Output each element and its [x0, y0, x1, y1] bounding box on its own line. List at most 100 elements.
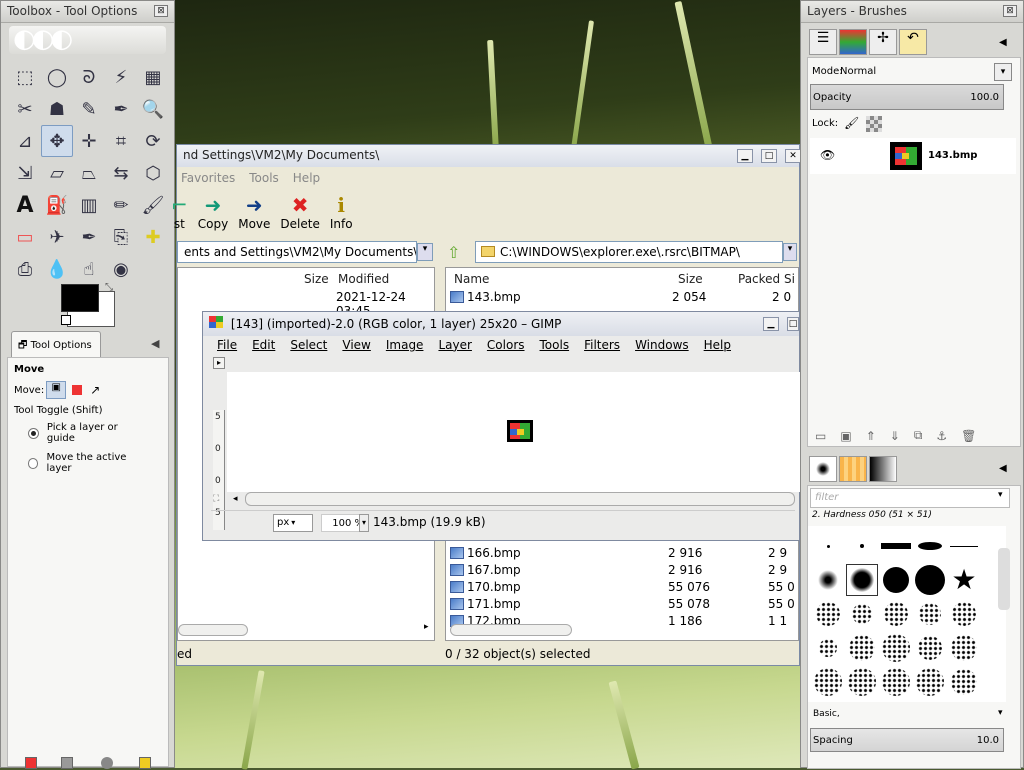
brush-item[interactable]	[846, 530, 878, 562]
duplicate-layer-icon[interactable]: ⧉	[914, 428, 923, 443]
radio-selected-icon[interactable]	[28, 427, 39, 439]
gimp-menu-image[interactable]: Image	[386, 338, 424, 352]
wilber-drop-area[interactable]: ◐◐◐	[9, 26, 166, 54]
cage-tool[interactable]: ⬡	[137, 157, 169, 189]
color-picker-tool[interactable]: ✒	[105, 93, 137, 125]
perspective-clone-tool[interactable]: ⎙	[9, 253, 41, 285]
eraser-tool[interactable]: ▭	[9, 221, 41, 253]
gimp-menu-colors[interactable]: Colors	[487, 338, 525, 352]
move-path-icon[interactable]: ↗	[90, 383, 100, 397]
close-button[interactable]: ✕	[785, 149, 801, 163]
save-options-icon[interactable]	[25, 757, 37, 769]
scissors-tool[interactable]: ✂	[9, 93, 41, 125]
raise-layer-icon[interactable]: ⇑	[866, 429, 876, 443]
delete-layer-icon[interactable]: 🗑	[961, 429, 976, 443]
flip-tool[interactable]: ⇆	[105, 157, 137, 189]
delete-button[interactable]: ✖ Delete	[280, 193, 319, 231]
undo-history-tab-icon[interactable]: ↶	[899, 29, 927, 55]
option-move-active[interactable]: Move the active layer	[28, 452, 148, 474]
right-path-field[interactable]: C:\WINDOWS\explorer.exe\.rsrc\BITMAP\	[475, 241, 783, 263]
patterns-tab-icon[interactable]	[839, 456, 867, 482]
unit-select[interactable]: px ▾	[273, 514, 313, 532]
move-tool[interactable]: ✥	[41, 125, 73, 157]
brush-item[interactable]: ★	[948, 564, 980, 596]
default-colors-icon[interactable]	[61, 315, 71, 325]
gimp-menu-file[interactable]: File	[217, 338, 237, 352]
fuzzy-select-tool[interactable]: ⚡	[105, 61, 137, 93]
layer-row[interactable]: 👁 143.bmp	[810, 138, 1016, 174]
ink-tool[interactable]: ✒	[73, 221, 105, 253]
minimize-button[interactable]: ▁	[737, 149, 753, 163]
brush-item[interactable]	[914, 632, 946, 664]
brush-item[interactable]	[880, 530, 912, 562]
brush-item[interactable]	[846, 564, 878, 596]
airbrush-tool[interactable]: ✈	[41, 221, 73, 253]
shear-tool[interactable]: ▱	[41, 157, 73, 189]
blend-tool[interactable]: ▥	[73, 189, 105, 221]
option-pick-layer[interactable]: Pick a layer or guide	[28, 422, 148, 444]
rotate-tool[interactable]: ⟳	[137, 125, 169, 157]
clone-tool[interactable]: ⎘	[105, 221, 137, 253]
brush-item[interactable]	[982, 632, 1006, 664]
preset-dropdown-icon[interactable]: ▾	[998, 708, 1003, 718]
foreground-color-swatch[interactable]	[61, 284, 99, 312]
bucket-fill-tool[interactable]: ⛽	[41, 189, 73, 221]
move-selection-icon[interactable]	[72, 385, 83, 395]
blur-tool[interactable]: 💧	[41, 253, 73, 285]
brush-item[interactable]	[880, 598, 912, 630]
brush-item[interactable]	[948, 598, 980, 630]
swap-colors-icon[interactable]: ⤡	[105, 282, 113, 293]
move-button[interactable]: ➜ Move	[238, 193, 270, 231]
up-folder-icon[interactable]: ⇧	[447, 243, 460, 262]
left-col-modified[interactable]: Modified	[338, 272, 389, 286]
opacity-slider[interactable]: Opacity 100.0	[810, 84, 1004, 110]
paths-tool[interactable]: ✎	[73, 93, 105, 125]
scale-tool[interactable]: ⇲	[9, 157, 41, 189]
gimp-menu-help[interactable]: Help	[704, 338, 731, 352]
crop-tool[interactable]: ⌗	[105, 125, 137, 157]
menu-favorites[interactable]: Favorites	[181, 171, 235, 185]
text-tool[interactable]: A	[9, 189, 41, 221]
visibility-eye-icon[interactable]: 👁	[820, 148, 835, 162]
layers-close-button[interactable]: ⊠	[1003, 5, 1017, 17]
menu-help[interactable]: Help	[293, 171, 320, 185]
copy-button[interactable]: ➜ Copy	[198, 193, 228, 231]
brush-item[interactable]	[948, 530, 980, 562]
brush-item[interactable]	[880, 632, 912, 664]
foreground-select-tool[interactable]: ☗	[41, 93, 73, 125]
navigate-icon[interactable]: ⛶	[213, 494, 219, 504]
gimp-menu-view[interactable]: View	[342, 338, 370, 352]
filter-dropdown-icon[interactable]: ▾	[998, 490, 1003, 500]
channels-tab-icon[interactable]	[839, 29, 867, 55]
brush-preset-field[interactable]: Basic,	[810, 706, 1010, 724]
rect-select-tool[interactable]: ⬚	[9, 61, 41, 93]
brush-item[interactable]	[812, 564, 844, 596]
right-hscroll-thumb[interactable]	[450, 624, 572, 636]
gimp-menu-tools[interactable]: Tools	[540, 338, 570, 352]
radio-unselected-icon[interactable]	[28, 457, 39, 469]
table-row[interactable]: 166.bmp 2 916 2 9	[450, 546, 790, 563]
scroll-right-icon[interactable]: ▸	[424, 622, 429, 632]
new-layer-icon[interactable]: ▭	[815, 429, 826, 443]
gimp-minimize-button[interactable]: ▁	[763, 317, 779, 331]
brushes-panel-menu-icon[interactable]: ◀	[999, 463, 1007, 474]
left-path-field[interactable]: ents and Settings\VM2\My Documents\	[177, 241, 417, 263]
gradients-tab-icon[interactable]	[869, 456, 897, 482]
brush-item[interactable]	[846, 666, 878, 698]
dodge-burn-tool[interactable]: ◉	[105, 253, 137, 285]
brush-item[interactable]	[812, 598, 844, 630]
brush-item[interactable]	[914, 666, 946, 698]
brush-item[interactable]	[846, 598, 878, 630]
anchor-layer-icon[interactable]: ⚓	[936, 429, 947, 443]
zoom-dropdown-icon[interactable]: ▾	[359, 514, 369, 532]
new-group-icon[interactable]: ▣	[840, 429, 851, 443]
gimp-maximize-button[interactable]: □	[787, 317, 799, 331]
left-col-size[interactable]: Size	[304, 272, 329, 286]
brush-item[interactable]	[812, 530, 844, 562]
layers-tab-icon[interactable]: ☰	[809, 29, 837, 55]
brush-item[interactable]	[914, 564, 946, 596]
right-col-packed[interactable]: Packed Si	[738, 272, 795, 286]
brushes-tab-icon[interactable]	[809, 456, 837, 482]
scroll-left-icon[interactable]: ◂	[233, 494, 238, 504]
gimp-menu-layer[interactable]: Layer	[438, 338, 471, 352]
